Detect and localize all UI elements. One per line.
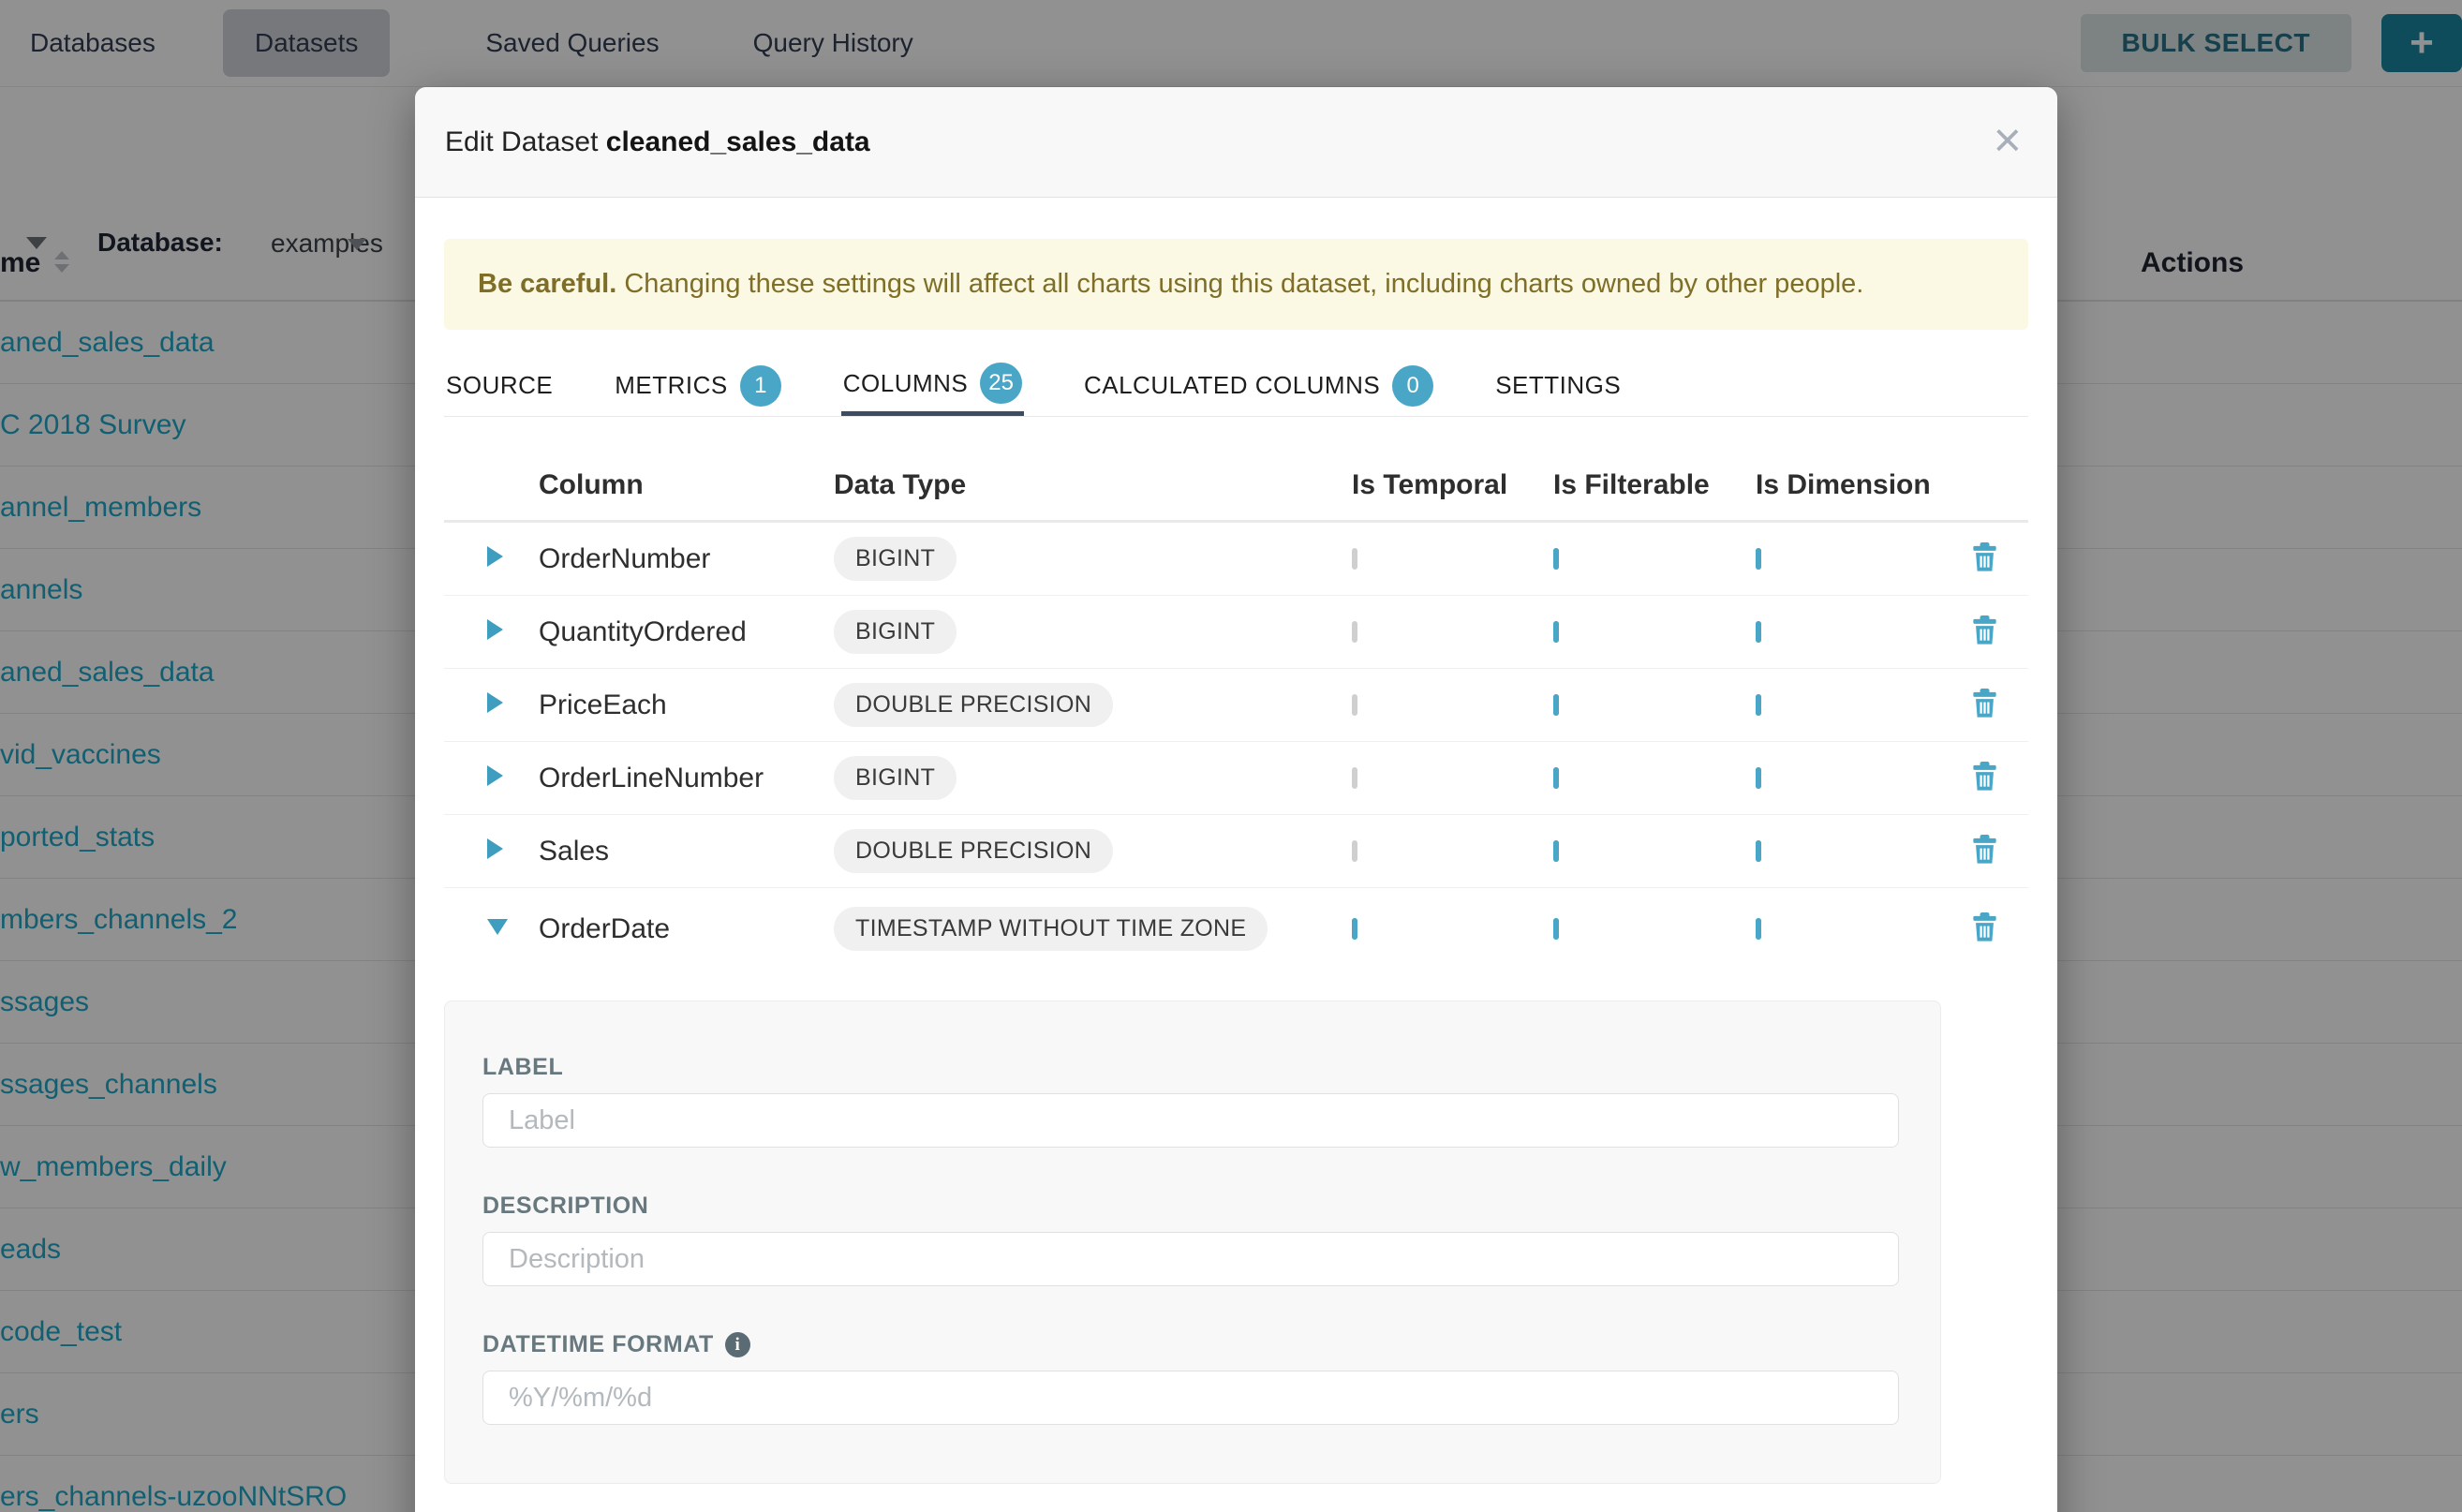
data-type-pill: BIGINT bbox=[834, 610, 957, 654]
description-field-label: DESCRIPTION bbox=[482, 1193, 1897, 1220]
column-name: PriceEach bbox=[539, 689, 834, 721]
tab-columns[interactable]: COLUMNS 25 bbox=[841, 351, 1024, 416]
is-filterable-checkbox[interactable] bbox=[1553, 767, 1559, 789]
columns-table-body: OrderNumberBIGINTQuantityOrderedBIGINTPr… bbox=[444, 523, 2028, 970]
tab-count-badge: 25 bbox=[980, 363, 1022, 404]
modal-body: Be careful. Changing these settings will… bbox=[415, 239, 2057, 1484]
tab-metrics[interactable]: METRICS 1 bbox=[613, 351, 783, 416]
columns-table-header: ColumnData TypeIs TemporalIs FilterableI… bbox=[444, 450, 2028, 523]
header-is-filterable: Is Filterable bbox=[1553, 469, 1756, 501]
column-row-orderdate: OrderDateTIMESTAMP WITHOUT TIME ZONE bbox=[444, 888, 2028, 970]
column-name: OrderLineNumber bbox=[539, 763, 834, 794]
expand-caret-icon[interactable] bbox=[487, 838, 503, 859]
screen: DatabasesDatasetsSaved QueriesQuery Hist… bbox=[0, 0, 2462, 1512]
datetime-format-label-text: DATETIME FORMAT bbox=[482, 1331, 714, 1358]
label-field-label: LABEL bbox=[482, 1054, 1897, 1081]
is-temporal-checkbox[interactable] bbox=[1352, 767, 1357, 789]
warning-text: Changing these settings will affect all … bbox=[624, 269, 1863, 299]
expand-caret-icon[interactable] bbox=[487, 692, 503, 713]
is-temporal-checkbox[interactable] bbox=[1352, 918, 1357, 940]
close-icon[interactable]: × bbox=[1994, 113, 2022, 168]
is-dimension-checkbox[interactable] bbox=[1756, 621, 1761, 643]
is-temporal-checkbox[interactable] bbox=[1352, 694, 1357, 716]
column-row-quantityordered: QuantityOrderedBIGINT bbox=[444, 596, 2028, 669]
data-type-pill: BIGINT bbox=[834, 537, 957, 581]
is-filterable-checkbox[interactable] bbox=[1553, 694, 1559, 716]
tab-settings[interactable]: SETTINGS bbox=[1493, 351, 1623, 416]
column-name: OrderDate bbox=[539, 913, 834, 945]
tab-label: SETTINGS bbox=[1495, 371, 1621, 400]
delete-column-icon[interactable] bbox=[1972, 542, 1997, 571]
is-filterable-checkbox[interactable] bbox=[1553, 918, 1559, 940]
label-input[interactable] bbox=[482, 1093, 1899, 1148]
label-field-label-text: LABEL bbox=[482, 1054, 563, 1081]
expand-caret-icon[interactable] bbox=[487, 546, 503, 567]
modal-header: Edit Dataset cleaned_sales_data × bbox=[415, 87, 2057, 198]
description-field-label-text: DESCRIPTION bbox=[482, 1193, 648, 1220]
datetime-format-field-label: DATETIME FORMAT i bbox=[482, 1331, 1897, 1358]
tab-label: CALCULATED COLUMNS bbox=[1084, 371, 1380, 400]
tab-count-badge: 0 bbox=[1392, 365, 1433, 407]
warning-banner: Be careful. Changing these settings will… bbox=[444, 239, 2028, 330]
is-filterable-checkbox[interactable] bbox=[1553, 840, 1559, 862]
modal-title: Edit Dataset cleaned_sales_data bbox=[445, 126, 870, 158]
tab-label: SOURCE bbox=[446, 371, 553, 400]
tab-label: COLUMNS bbox=[843, 369, 969, 398]
delete-column-icon[interactable] bbox=[1972, 615, 1997, 645]
modal-title-dataset-name: cleaned_sales_data bbox=[606, 126, 870, 157]
is-temporal-checkbox[interactable] bbox=[1352, 840, 1357, 862]
tab-bar: SOURCE METRICS 1 COLUMNS 25 CALCULATED COLUMN… bbox=[444, 351, 2028, 417]
column-row-sales: SalesDOUBLE PRECISION bbox=[444, 815, 2028, 888]
datetime-format-input[interactable] bbox=[482, 1371, 1899, 1425]
modal-title-prefix: Edit Dataset bbox=[445, 126, 598, 157]
column-name: Sales bbox=[539, 836, 834, 867]
description-input[interactable] bbox=[482, 1232, 1899, 1286]
data-type-pill: BIGINT bbox=[834, 756, 957, 800]
collapse-caret-icon[interactable] bbox=[487, 919, 508, 935]
column-detail-panel: LABEL DESCRIPTION DATETIME FORMAT i bbox=[444, 1001, 1941, 1484]
column-row-priceeach: PriceEachDOUBLE PRECISION bbox=[444, 669, 2028, 742]
header-column: Column bbox=[539, 469, 834, 501]
data-type-pill: DOUBLE PRECISION bbox=[834, 683, 1113, 727]
delete-column-icon[interactable] bbox=[1972, 762, 1997, 791]
delete-column-icon[interactable] bbox=[1972, 912, 1997, 941]
delete-column-icon[interactable] bbox=[1972, 835, 1997, 864]
expand-caret-icon[interactable] bbox=[487, 765, 503, 786]
is-dimension-checkbox[interactable] bbox=[1756, 548, 1761, 570]
columns-table: ColumnData TypeIs TemporalIs FilterableI… bbox=[444, 450, 2028, 970]
warning-bold-text: Be careful. bbox=[478, 269, 616, 299]
data-type-pill: DOUBLE PRECISION bbox=[834, 829, 1113, 873]
header-data-type: Data Type bbox=[834, 469, 1352, 501]
is-temporal-checkbox[interactable] bbox=[1352, 548, 1357, 570]
info-icon[interactable]: i bbox=[725, 1332, 750, 1357]
tab-count-badge: 1 bbox=[740, 365, 781, 407]
tab-label: METRICS bbox=[615, 371, 728, 400]
is-filterable-checkbox[interactable] bbox=[1553, 621, 1559, 643]
is-dimension-checkbox[interactable] bbox=[1756, 840, 1761, 862]
is-dimension-checkbox[interactable] bbox=[1756, 767, 1761, 789]
is-dimension-checkbox[interactable] bbox=[1756, 694, 1761, 716]
data-type-pill: TIMESTAMP WITHOUT TIME ZONE bbox=[834, 907, 1268, 951]
header-is-dimension: Is Dimension bbox=[1756, 469, 1972, 501]
expand-caret-icon[interactable] bbox=[487, 619, 503, 640]
column-name: OrderNumber bbox=[539, 543, 834, 575]
is-filterable-checkbox[interactable] bbox=[1553, 548, 1559, 570]
column-row-orderlinenumber: OrderLineNumberBIGINT bbox=[444, 742, 2028, 815]
tab-source[interactable]: SOURCE bbox=[444, 351, 555, 416]
column-name: QuantityOrdered bbox=[539, 616, 834, 648]
delete-column-icon[interactable] bbox=[1972, 689, 1997, 718]
tab-calculated-columns[interactable]: CALCULATED COLUMNS 0 bbox=[1082, 351, 1435, 416]
column-row-ordernumber: OrderNumberBIGINT bbox=[444, 523, 2028, 596]
is-dimension-checkbox[interactable] bbox=[1756, 918, 1761, 940]
header-is-temporal: Is Temporal bbox=[1352, 469, 1553, 501]
edit-dataset-modal: Edit Dataset cleaned_sales_data × Be car… bbox=[415, 87, 2057, 1512]
is-temporal-checkbox[interactable] bbox=[1352, 621, 1357, 643]
